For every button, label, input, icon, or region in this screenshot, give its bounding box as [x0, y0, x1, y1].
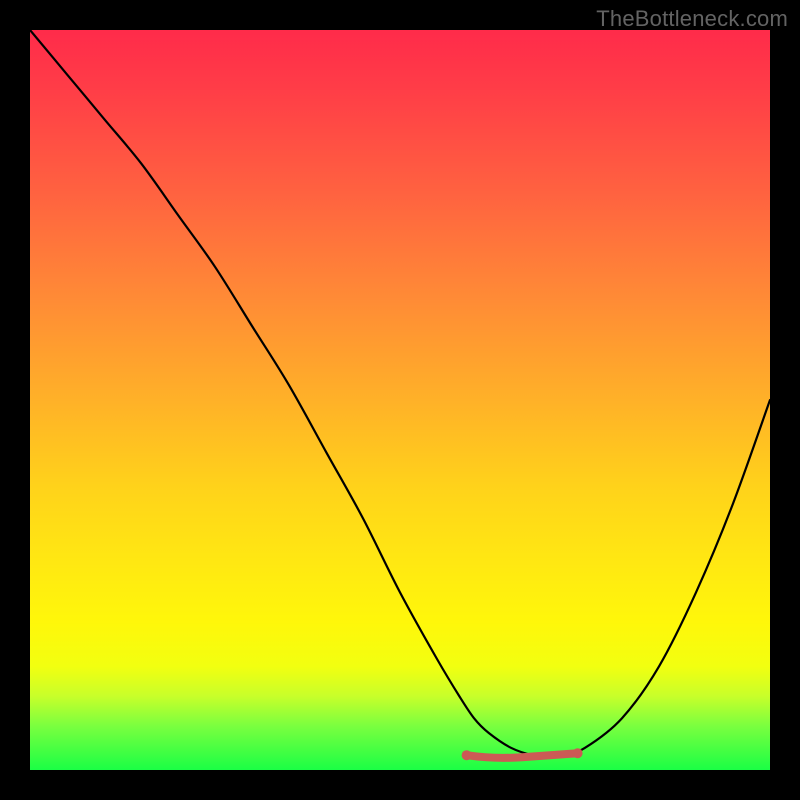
tolerance-band — [467, 753, 578, 758]
tolerance-end-dot — [573, 748, 583, 758]
chart-frame: TheBottleneck.com — [0, 0, 800, 800]
tolerance-start-dot — [462, 750, 472, 760]
watermark-text: TheBottleneck.com — [596, 6, 788, 32]
plot-area — [30, 30, 770, 770]
chart-svg — [30, 30, 770, 770]
bottleneck-curve — [30, 30, 770, 756]
